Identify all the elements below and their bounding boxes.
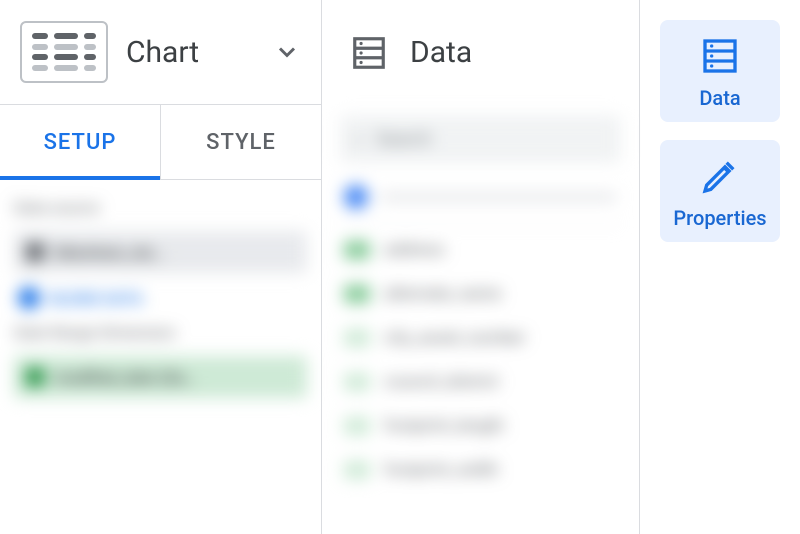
daterange-section-label: Date Range Dimension <box>14 323 307 342</box>
field-name: city_asset_number <box>384 328 525 348</box>
side-tabs-panel: Data Properties <box>640 0 800 534</box>
tab-style-label: STYLE <box>206 130 276 155</box>
datasource-dot-icon <box>344 185 368 209</box>
field-item[interactable]: alternate_name <box>340 276 621 312</box>
datasource-name: bikeshare_sta... <box>54 243 166 262</box>
datasource-chip[interactable]: bikeshare_sta... <box>14 231 307 273</box>
data-fields-panel: Data ⌕ Search address alternate_name cit… <box>322 0 640 534</box>
search-icon: ⌕ <box>354 129 364 150</box>
tab-setup[interactable]: SETUP <box>0 105 160 179</box>
search-placeholder: Search <box>376 129 431 150</box>
chart-type-label: Chart <box>126 35 255 70</box>
side-tab-data[interactable]: Data <box>660 20 780 122</box>
chart-config-panel: Chart SETUP STYLE Data source bikeshare_… <box>0 0 322 534</box>
config-tabs: SETUP STYLE <box>0 105 321 180</box>
datasource-header-row[interactable] <box>340 171 621 224</box>
chevron-down-icon <box>273 38 301 66</box>
field-name: alternate_name <box>384 284 501 304</box>
side-tab-properties[interactable]: Properties <box>660 140 780 242</box>
dimension-badge-icon <box>344 241 370 259</box>
tab-setup-label: SETUP <box>44 130 117 155</box>
data-panel-header: Data <box>322 0 639 105</box>
dimension-badge-icon <box>344 285 370 303</box>
datasource-section-label: Data source <box>14 198 307 217</box>
database-icon <box>350 34 388 72</box>
blend-data-label: BLEND DATA <box>50 289 143 308</box>
field-search-input[interactable]: ⌕ Search <box>340 115 621 163</box>
dimension-badge-icon <box>344 329 370 347</box>
database-icon <box>700 36 740 76</box>
side-tab-properties-label: Properties <box>673 206 766 230</box>
field-item[interactable]: footprint_length <box>340 408 621 444</box>
field-name: footprint_width <box>384 460 498 480</box>
field-name: council_district <box>384 372 499 392</box>
field-name: footprint_length <box>384 416 504 436</box>
daterange-field-name: modified_date (Da... <box>54 368 198 387</box>
blend-data-button[interactable]: BLEND DATA <box>14 287 307 309</box>
calendar-icon <box>26 368 44 386</box>
tab-style[interactable]: STYLE <box>160 105 321 179</box>
dimension-badge-icon <box>344 373 370 391</box>
pencil-icon <box>700 156 740 196</box>
dimension-badge-icon <box>344 417 370 435</box>
field-item[interactable]: council_district <box>340 364 621 400</box>
datasource-title-placeholder <box>380 194 617 200</box>
field-item[interactable]: city_asset_number <box>340 320 621 356</box>
dimension-badge-icon <box>344 461 370 479</box>
table-chart-icon <box>20 21 108 83</box>
blend-plus-icon <box>18 287 40 309</box>
data-fields-blurred: ⌕ Search address alternate_name city_ass… <box>322 105 639 498</box>
field-name: address <box>384 240 445 260</box>
setup-content-blurred: Data source bikeshare_sta... BLEND DATA … <box>0 180 321 416</box>
field-item[interactable]: footprint_width <box>340 452 621 488</box>
chart-type-selector[interactable]: Chart <box>0 0 321 105</box>
daterange-dimension-chip[interactable]: modified_date (Da... <box>14 356 307 398</box>
data-panel-title: Data <box>410 35 472 70</box>
field-item[interactable]: address <box>340 232 621 268</box>
datasource-edit-icon <box>26 243 44 261</box>
side-tab-data-label: Data <box>699 86 740 110</box>
